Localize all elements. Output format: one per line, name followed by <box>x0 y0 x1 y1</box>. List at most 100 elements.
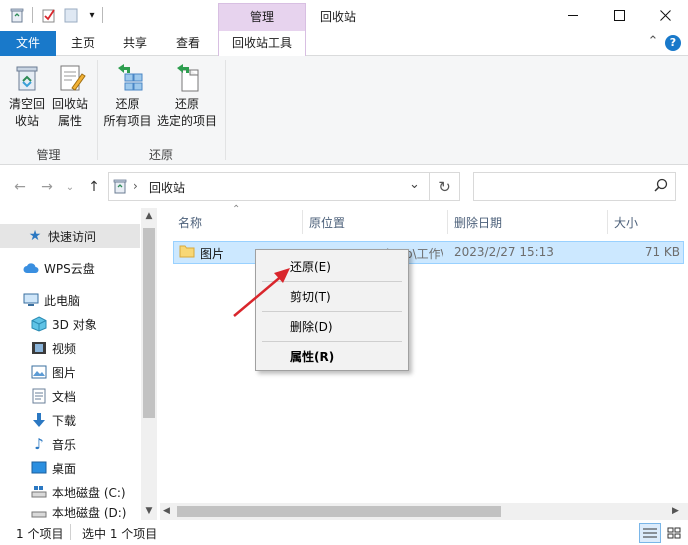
column-divider-2[interactable] <box>447 210 448 234</box>
group-label-manage: 管理 <box>36 148 61 162</box>
status-selected-count: 选中 1 个项目 <box>82 527 158 541</box>
nav-item-local-disk-c[interactable]: 本地磁盘 (C:) <box>0 480 140 504</box>
file-name: 图片 <box>200 247 225 261</box>
nav-label-3d-objects: 3D 对象 <box>52 317 97 332</box>
column-divider-1[interactable] <box>302 210 303 234</box>
music-note-icon: ♪ <box>34 435 44 453</box>
nav-item-videos[interactable]: 视频 <box>0 336 140 360</box>
cloud-icon <box>22 260 40 276</box>
nav-label-desktop: 桌面 <box>52 461 77 476</box>
restore-all-icon <box>112 62 144 94</box>
address-bar[interactable]: › 回收站 ⌄ <box>108 172 430 201</box>
nav-label-wps-cloud: WPS云盘 <box>44 261 95 276</box>
restore-all-label-2: 所有项目 <box>103 114 152 128</box>
nav-label-documents: 文档 <box>52 389 77 404</box>
quick-access-separator <box>32 7 33 23</box>
customize-toolbar-icon[interactable]: ▾ <box>84 7 100 23</box>
nav-label-local-disk-c: 本地磁盘 (C:) <box>52 485 126 500</box>
refresh-icon[interactable]: ↻ <box>430 172 460 201</box>
nav-item-desktop[interactable]: 桌面 <box>0 456 140 480</box>
nav-item-3d-objects[interactable]: 3D 对象 <box>0 312 140 336</box>
status-separator <box>70 524 71 540</box>
properties-label-1: 回收站 <box>51 97 88 111</box>
maximize-button[interactable] <box>596 0 642 31</box>
nav-label-this-pc: 此电脑 <box>44 293 81 308</box>
group-separator-1 <box>97 60 98 160</box>
nav-pane-scroll-thumb[interactable] <box>143 228 155 418</box>
sort-ascending-icon: ⌃ <box>232 204 241 215</box>
details-view-icon[interactable] <box>639 523 661 543</box>
folder-icon <box>179 244 195 260</box>
nav-scroll-up-icon[interactable]: ▲ <box>143 211 155 223</box>
nav-item-music[interactable]: ♪ 音乐 <box>0 432 140 456</box>
recycle-bin-icon[interactable] <box>9 7 25 23</box>
search-input[interactable] <box>473 172 676 201</box>
restore-all-items-button[interactable]: 还原 所有项目 <box>100 62 155 130</box>
help-icon[interactable]: ? <box>665 35 681 51</box>
nav-scroll-down-icon[interactable]: ▼ <box>143 506 155 518</box>
horizontal-scroll-thumb[interactable] <box>177 506 501 517</box>
nav-item-downloads[interactable]: 下载 <box>0 408 140 432</box>
restore-selected-label-2: 选定的项目 <box>156 114 217 128</box>
restore-all-label-1: 还原 <box>115 97 140 111</box>
group-label-restore: 还原 <box>148 148 173 162</box>
nav-item-pictures[interactable]: 图片 <box>0 360 140 384</box>
column-header-original-location[interactable]: 原位置 <box>309 212 345 234</box>
empty-recycle-bin-button[interactable]: 清空回 收站 <box>4 62 50 130</box>
picture-icon <box>30 364 48 380</box>
tab-share[interactable]: 共享 <box>114 31 156 56</box>
annotation-arrow-icon <box>233 268 290 317</box>
restore-selected-items-button[interactable]: 还原 选定的项目 <box>155 62 219 130</box>
tab-file[interactable]: 文件 <box>0 31 56 56</box>
download-arrow-icon <box>30 412 48 428</box>
recent-locations-chevron-icon[interactable]: ⌄ <box>63 177 77 197</box>
column-header-size[interactable]: 大小 <box>614 212 638 234</box>
recycle-bin-properties-button[interactable]: 回收站 属性 <box>48 62 92 130</box>
collapse-ribbon-icon[interactable]: ⌃ <box>645 34 661 52</box>
new-folder-icon[interactable] <box>63 7 79 23</box>
breadcrumb-recycle-bin[interactable]: 回收站 <box>149 179 185 196</box>
nav-item-quick-access[interactable]: ★ 快速访问 <box>0 224 140 248</box>
scroll-left-icon[interactable]: ◀ <box>163 506 170 516</box>
restore-selected-label-1: 还原 <box>174 97 199 111</box>
column-divider-3[interactable] <box>607 210 608 234</box>
nav-label-music: 音乐 <box>52 437 77 452</box>
properties-check-icon[interactable] <box>41 7 57 23</box>
status-item-count: 1 个项目 <box>16 527 64 541</box>
nav-item-documents[interactable]: 文档 <box>0 384 140 408</box>
back-arrow-icon[interactable]: ← <box>10 177 30 197</box>
nav-label-local-disk-d: 本地磁盘 (D:) <box>52 506 127 520</box>
tab-recycle-bin-tools[interactable]: 回收站工具 <box>218 31 306 57</box>
drive-d-icon <box>30 504 48 520</box>
scroll-right-icon[interactable]: ▶ <box>672 506 679 516</box>
restore-selected-icon <box>171 62 203 94</box>
minimize-button[interactable] <box>550 0 596 31</box>
window-title: 回收站 <box>320 10 357 24</box>
file-size: 71 KB <box>644 245 680 259</box>
address-history-chevron-icon[interactable]: ⌄ <box>409 177 420 192</box>
menu-item-properties[interactable]: 属性(R) <box>256 345 408 369</box>
desktop-icon <box>30 460 48 476</box>
nav-item-local-disk-d[interactable]: 本地磁盘 (D:) <box>0 504 140 520</box>
nav-item-wps-cloud[interactable]: WPS云盘 <box>0 256 140 280</box>
empty-recycle-bin-icon <box>11 62 43 94</box>
column-header-date-deleted[interactable]: 删除日期 <box>454 212 502 234</box>
empty-label-2: 收站 <box>14 114 39 128</box>
nav-label-videos: 视频 <box>52 341 77 356</box>
tab-home[interactable]: 主页 <box>62 31 104 56</box>
breadcrumb-separator: › <box>133 179 138 193</box>
up-arrow-icon[interactable]: ↑ <box>84 177 104 197</box>
search-icon <box>654 178 668 195</box>
group-separator-2 <box>225 60 226 160</box>
nav-item-this-pc[interactable]: 此电脑 <box>0 288 140 312</box>
large-icons-view-icon[interactable] <box>663 523 685 543</box>
column-header-name[interactable]: 名称 <box>178 212 202 234</box>
file-date-deleted: 2023/2/27 15:13 <box>454 245 554 259</box>
properties-label-2: 属性 <box>57 114 82 128</box>
nav-label-downloads: 下载 <box>52 413 77 428</box>
tab-view[interactable]: 查看 <box>167 31 209 56</box>
close-button[interactable] <box>642 0 688 31</box>
properties-icon <box>54 62 86 94</box>
forward-arrow-icon[interactable]: → <box>37 177 57 197</box>
address-recycle-bin-icon <box>113 179 129 195</box>
